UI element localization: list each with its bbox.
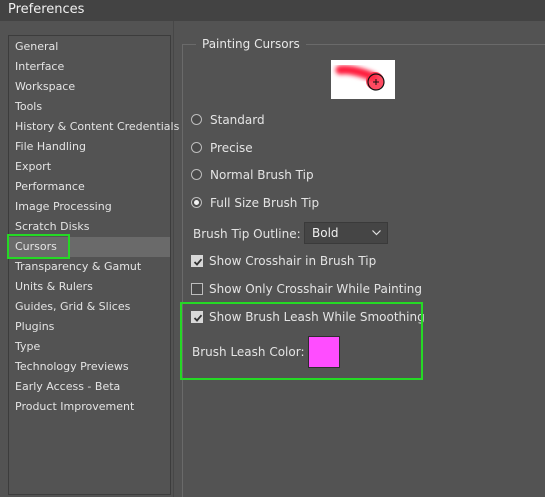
- sidebar-item-tools[interactable]: Tools: [9, 97, 170, 117]
- standard-radio[interactable]: [191, 114, 202, 125]
- window-title: Preferences: [0, 0, 545, 21]
- normal-brush-tip-label: Normal Brush Tip: [210, 168, 314, 182]
- brush-leash-color-swatch[interactable]: [308, 336, 340, 368]
- sidebar-item-export[interactable]: Export: [9, 157, 170, 177]
- full-size-brush-tip-radio[interactable]: [191, 197, 202, 208]
- sidebar-item-interface[interactable]: Interface: [9, 57, 170, 77]
- sidebar-item-technology-previews[interactable]: Technology Previews: [9, 357, 170, 377]
- show-crosshair-label: Show Crosshair in Brush Tip: [209, 254, 377, 268]
- normal-brush-tip-radio[interactable]: [191, 169, 202, 180]
- sidebar-item-cursors[interactable]: Cursors: [9, 237, 170, 257]
- checkmark-icon: [193, 258, 203, 266]
- show-only-crosshair-checkbox[interactable]: [191, 283, 203, 295]
- sidebar-item-performance[interactable]: Performance: [9, 177, 170, 197]
- show-only-crosshair-option[interactable]: Show Only Crosshair While Painting: [191, 280, 422, 298]
- sidebar-item-transparency-gamut[interactable]: Transparency & Gamut: [9, 257, 170, 277]
- sidebar-item-scratch-disks[interactable]: Scratch Disks: [9, 217, 170, 237]
- sidebar-item-early-access-beta[interactable]: Early Access - Beta: [9, 377, 170, 397]
- sidebar-item-type[interactable]: Type: [9, 337, 170, 357]
- sidebar-item-file-handling[interactable]: File Handling: [9, 137, 170, 157]
- sidebar-item-product-improvement[interactable]: Product Improvement: [9, 397, 170, 417]
- brush-tip-outline-select[interactable]: Bold: [304, 222, 388, 244]
- normal-brush-tip-radio-option[interactable]: Normal Brush Tip: [191, 166, 331, 184]
- show-crosshair-option[interactable]: Show Crosshair in Brush Tip: [191, 252, 381, 270]
- checkmark-icon: [193, 314, 203, 322]
- painting-cursors-title: Painting Cursors: [196, 36, 306, 52]
- show-brush-leash-label: Show Brush Leash While Smoothing: [209, 310, 425, 324]
- brush-tip-outline-value: Bold: [312, 226, 339, 240]
- chevron-down-icon: [372, 230, 381, 236]
- brush-cursor-preview: [331, 60, 395, 99]
- brush-preview-image: [335, 65, 385, 91]
- standard-radio-option[interactable]: Standard: [191, 111, 311, 129]
- sidebar-item-history-content-credentials[interactable]: History & Content Credentials: [9, 117, 179, 137]
- sidebar-item-guides-grid-slices[interactable]: Guides, Grid & Slices: [9, 297, 170, 317]
- precise-radio-option[interactable]: Precise: [191, 139, 311, 157]
- show-brush-leash-checkbox[interactable]: [191, 311, 203, 323]
- preferences-sidebar: General Interface Workspace Tools Histor…: [8, 35, 179, 495]
- precise-radio[interactable]: [191, 142, 202, 153]
- sidebar-item-general[interactable]: General: [9, 37, 170, 57]
- standard-label: Standard: [210, 113, 265, 127]
- sidebar-item-workspace[interactable]: Workspace: [9, 77, 170, 97]
- brush-tip-outline-label: Brush Tip Outline:: [193, 227, 301, 241]
- brush-leash-color-label: Brush Leash Color:: [192, 345, 305, 359]
- full-size-brush-tip-label: Full Size Brush Tip: [210, 196, 320, 210]
- show-brush-leash-option[interactable]: Show Brush Leash While Smoothing: [191, 308, 425, 326]
- full-size-brush-tip-radio-option[interactable]: Full Size Brush Tip: [191, 194, 331, 212]
- show-only-crosshair-label: Show Only Crosshair While Painting: [209, 282, 423, 296]
- panel-divider: [173, 21, 174, 497]
- sidebar-item-image-processing[interactable]: Image Processing: [9, 197, 170, 217]
- precise-label: Precise: [210, 141, 253, 155]
- sidebar-item-plugins[interactable]: Plugins: [9, 317, 170, 337]
- show-crosshair-checkbox[interactable]: [191, 255, 203, 267]
- sidebar-item-units-rulers[interactable]: Units & Rulers: [9, 277, 170, 297]
